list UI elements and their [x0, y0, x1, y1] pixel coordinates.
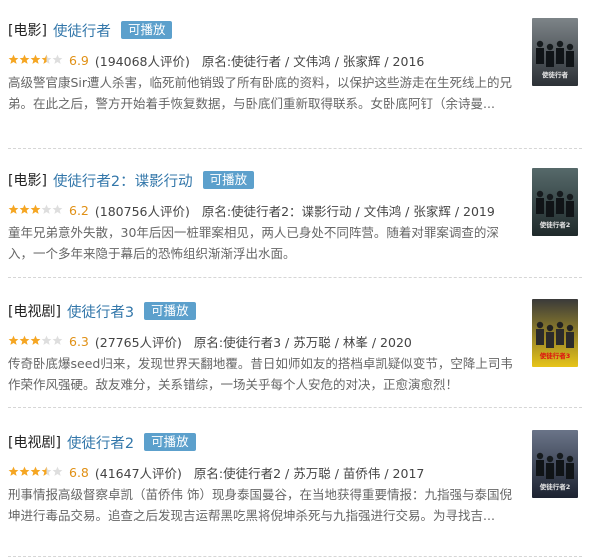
svg-text:使徒行者: 使徒行者 — [541, 70, 569, 79]
star-full-icon — [19, 335, 30, 345]
result-title-link[interactable]: 使徒行者 — [53, 20, 111, 41]
star-half-icon — [41, 54, 52, 64]
rating-line: 6.2 (180756人评价) 原名:使徒行者2：谍影行动 / 文伟鸿 / 张家… — [8, 201, 495, 219]
rating-line: 6.9 (194068人评价) 原名:使徒行者 / 文伟鸿 / 张家辉 / 20… — [8, 51, 424, 69]
playable-badge[interactable]: 可播放 — [202, 171, 255, 189]
poster-image[interactable]: 使徒行者2 — [532, 430, 578, 498]
result-title-line: [电视剧] 使徒行者3 可播放 — [8, 301, 196, 321]
star-full-icon — [30, 54, 41, 64]
star-full-icon — [8, 466, 19, 476]
result-item: [电影] 使徒行者2：谍影行动 可播放 6.2 (180756人评价) 原名:使… — [0, 150, 592, 281]
vote-count: (27765人评价) — [94, 334, 182, 350]
category-label: [电影] — [8, 173, 47, 189]
rating-score: 6.2 — [69, 202, 89, 218]
playable-badge[interactable]: 可播放 — [120, 21, 173, 39]
subject-meta: 原名:使徒行者 / 文伟鸿 / 张家辉 / 2016 — [201, 53, 425, 69]
star-full-icon — [19, 54, 30, 64]
subject-meta: 原名:使徒行者3 / 苏万聪 / 林峯 / 2020 — [193, 334, 412, 350]
poster-image[interactable]: 使徒行者 — [532, 18, 578, 86]
result-title-line: [电视剧] 使徒行者2 可播放 — [8, 432, 196, 452]
star-empty-icon — [41, 204, 52, 214]
playable-badge[interactable]: 可播放 — [144, 302, 196, 320]
divider — [8, 556, 582, 557]
star-empty-icon — [52, 335, 63, 345]
poster-image[interactable]: 使徒行者2 — [532, 168, 578, 236]
rating-score: 6.8 — [69, 464, 89, 480]
vote-count: (180756人评价) — [94, 203, 190, 219]
star-rating — [8, 204, 63, 216]
vote-count: (41647人评价) — [94, 465, 182, 481]
star-full-icon — [30, 466, 41, 476]
star-half-icon — [41, 466, 52, 476]
svg-text:使徒行者2: 使徒行者2 — [539, 220, 571, 229]
result-description: 童年兄弟意外失散，30年后因一桩罪案相见，两人已身处不同阵营。随着对罪案调查的深… — [8, 225, 499, 261]
star-full-icon — [19, 204, 30, 214]
star-full-icon — [30, 204, 41, 214]
result-description: 传奇卧底爆seed归来，发现世界天翻地覆。昔日如师如友的搭档卓凯疑似变节，空降上… — [8, 356, 513, 392]
star-full-icon — [19, 466, 30, 476]
result-title-line: [电影] 使徒行者2：谍影行动 可播放 — [8, 170, 255, 191]
svg-text:使徒行者3: 使徒行者3 — [539, 351, 571, 360]
rating-line: 6.3 (27765人评价) 原名:使徒行者3 / 苏万聪 / 林峯 / 202… — [8, 332, 412, 350]
category-label: [电视剧] — [8, 435, 61, 451]
subject-meta: 原名:使徒行者2 / 苏万聪 / 苗侨伟 / 2017 — [193, 465, 425, 481]
star-empty-icon — [52, 466, 63, 476]
star-full-icon — [8, 54, 19, 64]
svg-text:使徒行者2: 使徒行者2 — [539, 482, 571, 491]
result-item: [电视剧] 使徒行者3 可播放 6.3 (27765人评价) 原名:使徒行者3 … — [0, 281, 592, 412]
rating-score: 6.3 — [69, 333, 89, 349]
star-full-icon — [8, 335, 19, 345]
result-title-link[interactable]: 使徒行者3 — [67, 301, 134, 322]
vote-count: (194068人评价) — [94, 53, 190, 69]
result-item: [电视剧] 使徒行者2 可播放 6.8 (41647人评价) 原名:使徒行者2 … — [0, 412, 592, 543]
result-description: 刑事情报高级督察卓凯（苗侨伟 饰）现身泰国曼谷，在当地获得重要情报：九指强与泰国… — [8, 487, 512, 523]
star-empty-icon — [52, 204, 63, 214]
result-item: [电影] 使徒行者 可播放 6.9 (194068人评价) 原名:使徒行者 / … — [0, 0, 592, 131]
result-title-link[interactable]: 使徒行者2 — [67, 432, 134, 453]
star-rating — [8, 54, 63, 66]
star-empty-icon — [41, 335, 52, 345]
divider — [8, 407, 582, 408]
rating-line: 6.8 (41647人评价) 原名:使徒行者2 / 苏万聪 / 苗侨伟 / 20… — [8, 463, 424, 481]
playable-badge[interactable]: 可播放 — [144, 433, 196, 451]
result-title-link[interactable]: 使徒行者2：谍影行动 — [53, 170, 193, 191]
subject-meta: 原名:使徒行者2：谍影行动 / 文伟鸿 / 张家辉 / 2019 — [201, 203, 495, 219]
star-empty-icon — [52, 54, 63, 64]
star-rating — [8, 466, 63, 478]
result-description: 高级警官康Sir遭人杀害，临死前他销毁了所有卧底的资料，以保护这些游走在生死线上… — [8, 75, 513, 111]
divider — [8, 148, 582, 149]
star-full-icon — [8, 204, 19, 214]
poster-image[interactable]: 使徒行者3 — [532, 299, 578, 367]
star-full-icon — [30, 335, 41, 345]
category-label: [电视剧] — [8, 304, 61, 320]
star-rating — [8, 335, 63, 347]
search-results-list: [电影] 使徒行者 可播放 6.9 (194068人评价) 原名:使徒行者 / … — [0, 0, 610, 558]
divider — [8, 277, 582, 278]
result-title-line: [电影] 使徒行者 可播放 — [8, 20, 173, 41]
rating-score: 6.9 — [69, 52, 89, 68]
category-label: [电影] — [8, 23, 47, 39]
